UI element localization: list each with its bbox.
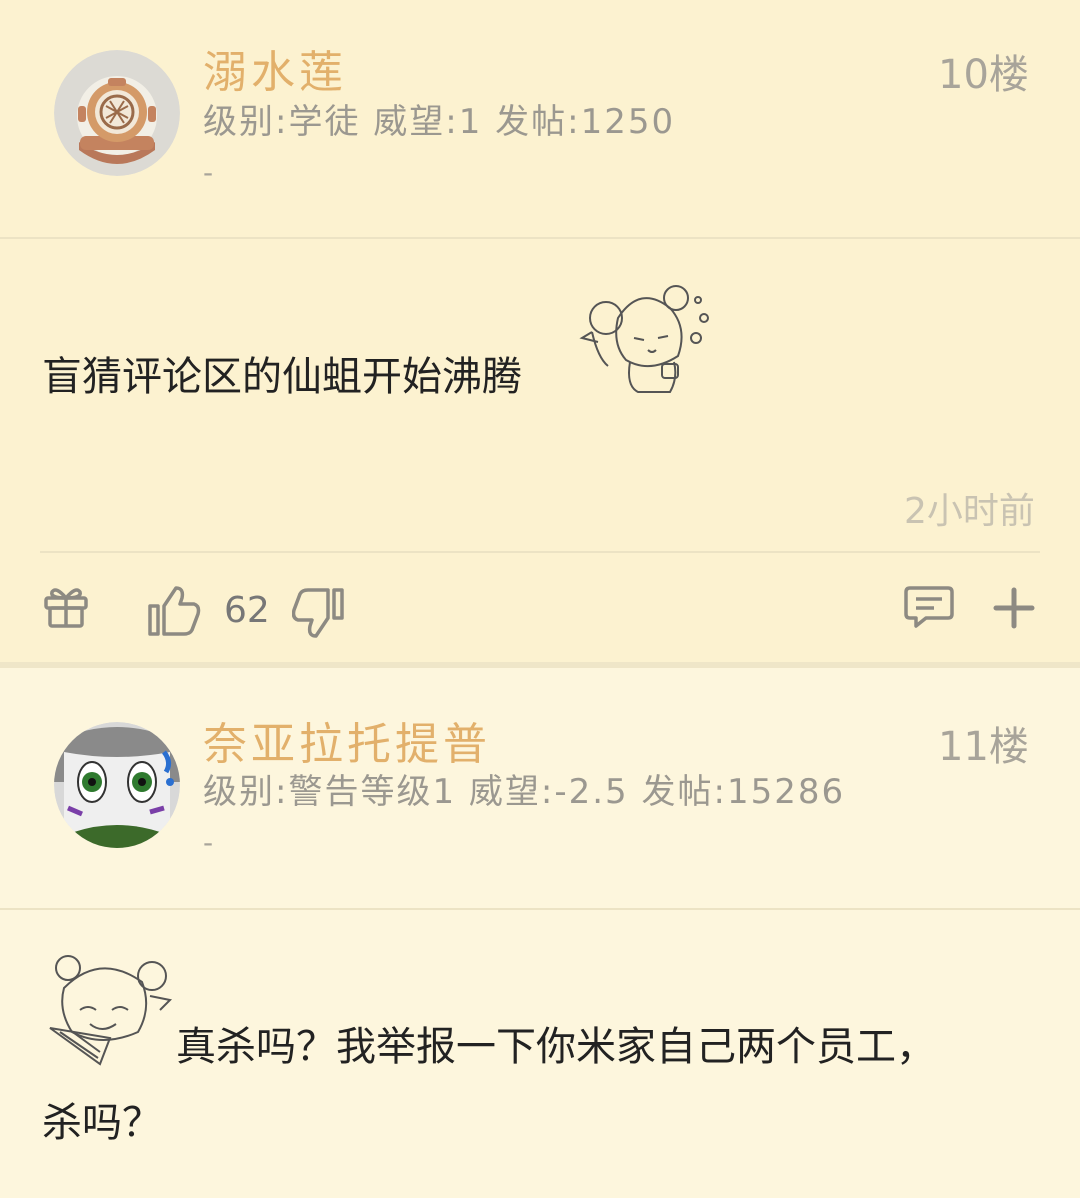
post-content-line1: 真杀吗？我举报一下你米家自己两个员工， xyxy=(176,1024,936,1070)
floor-number: 10楼 xyxy=(938,52,1029,98)
user-avatar[interactable] xyxy=(54,722,180,848)
sticker-emoji xyxy=(40,948,176,1068)
plus-icon[interactable] xyxy=(992,586,1036,630)
username[interactable]: 溺水莲 xyxy=(203,36,347,100)
divider xyxy=(0,908,1080,910)
post-floor-10: 溺水莲 10楼 级别:学徒 威望:1 发帖:1250 - 盲猜评论区的仙蛆开始沸… xyxy=(0,0,1080,662)
thumbs-down-icon[interactable] xyxy=(291,586,348,642)
comment-icon[interactable] xyxy=(904,584,954,630)
user-meta: 级别:学徒 威望:1 发帖:1250 xyxy=(203,102,676,142)
post-time: 2小时前 xyxy=(904,491,1035,532)
user-signature: - xyxy=(203,156,214,189)
thumbs-up-icon[interactable] xyxy=(146,582,202,638)
like-count: 62 xyxy=(224,590,270,631)
post-floor-11: 奈亚拉托提普 11楼 级别:警告等级1 威望:-2.5 发帖:15286 - 真… xyxy=(0,668,1080,1198)
floor-number: 11楼 xyxy=(938,724,1029,770)
divider xyxy=(0,237,1080,239)
user-signature: - xyxy=(203,826,214,859)
sticker-emoji xyxy=(578,278,718,398)
gift-icon[interactable] xyxy=(42,584,90,630)
divider xyxy=(40,551,1040,553)
user-meta: 级别:警告等级1 威望:-2.5 发帖:15286 xyxy=(203,772,846,812)
post-content: 盲猜评论区的仙蛆开始沸腾 xyxy=(42,354,522,400)
post-content-line2: 杀吗？ xyxy=(42,1100,162,1146)
user-avatar[interactable] xyxy=(54,50,180,176)
username[interactable]: 奈亚拉托提普 xyxy=(203,708,491,772)
